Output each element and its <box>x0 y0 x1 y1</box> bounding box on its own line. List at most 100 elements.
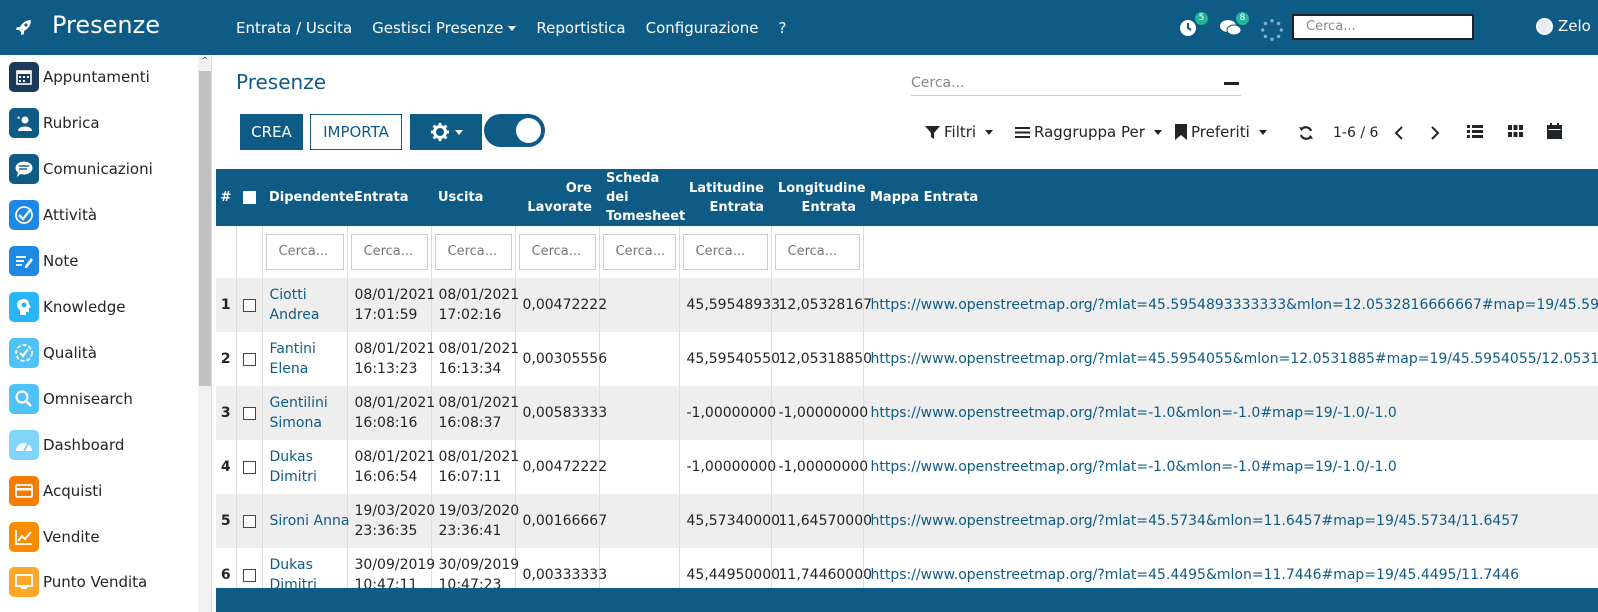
filter-check-in-input[interactable]: Cerca... <box>350 234 428 270</box>
menu-reportistica[interactable]: Reportistica <box>536 19 625 37</box>
global-search-input[interactable]: Cerca... <box>1292 14 1474 40</box>
row-checkbox-cell[interactable] <box>236 440 263 494</box>
chevron-left-icon[interactable] <box>1394 126 1404 140</box>
col-check-out[interactable]: Uscita <box>431 169 515 226</box>
filter-timesheet-input[interactable]: Cerca... <box>602 234 676 270</box>
menu-entrata-uscita[interactable]: Entrata / Uscita <box>236 19 352 37</box>
col-latitude[interactable]: Latitudine Entrata <box>679 169 771 226</box>
table-row[interactable]: 2 Fantini Elena 08/01/2021 16:13:23 08/01/202… <box>216 332 1598 386</box>
check-in-cell[interactable]: 08/01/2021 16:08:16 <box>347 386 435 440</box>
chevron-right-icon[interactable] <box>1430 126 1440 140</box>
check-in-cell[interactable]: 19/03/2020 23:36:35 <box>347 494 435 548</box>
check-in-cell[interactable]: 08/01/2021 16:06:54 <box>347 440 435 494</box>
filter-longitude-input[interactable]: Cerca... <box>774 234 860 270</box>
menu-configurazione[interactable]: Configurazione <box>646 19 759 37</box>
employee-cell[interactable]: Sironi Anna <box>262 494 349 548</box>
list-view-icon[interactable] <box>1467 125 1483 138</box>
app-title[interactable]: Presenze <box>52 11 160 39</box>
col-longitude[interactable]: Longitudine Entrata <box>771 169 866 226</box>
row-checkbox[interactable] <box>242 514 256 528</box>
check-out-cell[interactable]: 08/01/2021 16:07:11 <box>431 440 519 494</box>
sidebar-item-comunicazioni[interactable]: Comunicazioni <box>9 154 194 184</box>
sidebar-item-omnisearch[interactable]: Omnisearch <box>9 384 194 414</box>
check-out-cell[interactable]: 08/01/2021 17:02:16 <box>431 278 519 332</box>
col-worked-hours[interactable]: Ore Lavorate <box>515 169 599 226</box>
sidebar-item-note[interactable]: Note <box>9 246 194 276</box>
sidebar-scrollbar[interactable]: ⌃ <box>198 55 211 612</box>
create-button[interactable]: CREA <box>240 114 303 150</box>
menu-help[interactable]: ? <box>779 19 787 37</box>
worked-hours-cell[interactable]: 0,00583333 <box>515 386 607 440</box>
employee-cell[interactable]: Fantini Elena <box>262 332 348 386</box>
filter-check-out-input[interactable]: Cerca... <box>434 234 512 270</box>
row-checkbox-cell[interactable] <box>236 278 263 332</box>
table-row[interactable]: 4 Dukas Dimitri 08/01/2021 16:06:54 08/01/202… <box>216 440 1598 494</box>
sidebar-item-qualita[interactable]: Qualità <box>9 338 194 368</box>
longitude-cell[interactable]: -1,00000000 <box>771 386 868 440</box>
menu-gestisci-presenze[interactable]: Gestisci Presenze <box>372 19 517 37</box>
filter-employee-input[interactable]: Cerca... <box>265 234 344 270</box>
check-out-cell[interactable]: 08/01/2021 16:13:34 <box>431 332 519 386</box>
check-in-cell[interactable]: 08/01/2021 17:01:59 <box>347 278 435 332</box>
check-out-cell[interactable]: 08/01/2021 16:08:37 <box>431 386 519 440</box>
row-checkbox-cell[interactable] <box>236 332 263 386</box>
messages-icon[interactable]: 8 <box>1219 12 1249 40</box>
table-row[interactable]: 3 Gentilini Simona 08/01/2021 16:08:16 08/01/… <box>216 386 1598 440</box>
favorites-dropdown[interactable]: Preferiti <box>1175 123 1267 141</box>
minus-icon[interactable] <box>1224 82 1239 85</box>
scrollbar-thumb[interactable] <box>199 71 211 386</box>
col-timesheet[interactable]: Scheda dei Tomesheet <box>599 169 685 226</box>
timesheet-cell[interactable] <box>599 278 680 332</box>
check-out-cell[interactable]: 19/03/2020 23:36:41 <box>431 494 519 548</box>
employee-cell[interactable]: Dukas Dimitri <box>262 440 348 494</box>
pager-value[interactable]: 1-6 / 6 <box>1333 125 1378 141</box>
row-checkbox[interactable] <box>242 460 256 474</box>
sidebar-item-dashboard[interactable]: Dashboard <box>9 430 194 460</box>
longitude-cell[interactable]: 12,05318850 <box>771 332 872 386</box>
kanban-view-icon[interactable] <box>1508 125 1523 138</box>
map-link[interactable]: https://www.openstreetmap.org/?mlat=-1.0… <box>863 386 1598 440</box>
latitude-cell[interactable]: 45,59540550 <box>679 332 780 386</box>
import-button[interactable]: IMPORTA <box>310 114 402 150</box>
refresh-icon[interactable] <box>1298 125 1314 141</box>
worked-hours-cell[interactable]: 0,00166667 <box>515 494 607 548</box>
longitude-cell[interactable]: 11,64570000 <box>771 494 872 548</box>
scroll-up-icon[interactable]: ⌃ <box>200 57 210 67</box>
user-menu[interactable]: Zelo <box>1536 17 1591 35</box>
sidebar-item-knowledge[interactable]: Knowledge <box>9 292 194 322</box>
row-checkbox-cell[interactable] <box>236 494 263 548</box>
view-toggle[interactable] <box>484 114 545 147</box>
groupby-dropdown[interactable]: Raggruppa Per <box>1015 123 1162 141</box>
map-link[interactable]: https://www.openstreetmap.org/?mlat=45.5… <box>863 332 1598 386</box>
row-checkbox-cell[interactable] <box>236 386 263 440</box>
actions-button[interactable] <box>410 114 482 150</box>
timesheet-cell[interactable] <box>599 440 680 494</box>
filters-dropdown[interactable]: Filtri <box>925 123 994 141</box>
latitude-cell[interactable]: -1,00000000 <box>679 386 776 440</box>
row-checkbox[interactable] <box>242 352 256 366</box>
latitude-cell[interactable]: 45,57340000 <box>679 494 780 548</box>
table-row[interactable]: 1 Ciotti Andrea 08/01/2021 17:01:59 08/01/202… <box>216 278 1598 332</box>
filter-latitude-input[interactable]: Cerca... <box>682 234 768 270</box>
longitude-cell[interactable]: 12,05328167 <box>771 278 872 332</box>
worked-hours-cell[interactable]: 0,00472222 <box>515 278 607 332</box>
latitude-cell[interactable]: 45,59548933 <box>679 278 780 332</box>
filter-hours-input[interactable]: Cerca... <box>518 234 596 270</box>
timesheet-cell[interactable] <box>599 494 680 548</box>
activity-clock-icon[interactable]: 5 <box>1178 12 1208 40</box>
timesheet-cell[interactable] <box>599 332 680 386</box>
table-row[interactable]: 5 Sironi Anna 19/03/2020 23:36:35 19/03/2020… <box>216 494 1598 548</box>
search-input[interactable]: Cerca... <box>911 70 1241 96</box>
sidebar-item-vendite[interactable]: Vendite <box>9 522 194 552</box>
map-link[interactable]: https://www.openstreetmap.org/?mlat=45.5… <box>863 494 1598 548</box>
checkbox[interactable] <box>243 191 256 204</box>
employee-cell[interactable]: Gentilini Simona <box>262 386 348 440</box>
timesheet-cell[interactable] <box>599 386 680 440</box>
rocket-icon[interactable] <box>14 17 34 37</box>
col-map[interactable]: Mappa Entrata <box>863 169 1598 226</box>
sidebar-item-appuntamenti[interactable]: Appuntamenti <box>9 62 194 92</box>
col-check-in[interactable]: Entrata <box>347 169 431 226</box>
sidebar-item-acquisti[interactable]: Acquisti <box>9 476 194 506</box>
row-checkbox[interactable] <box>242 568 256 582</box>
map-link[interactable]: https://www.openstreetmap.org/?mlat=45.5… <box>863 278 1598 332</box>
